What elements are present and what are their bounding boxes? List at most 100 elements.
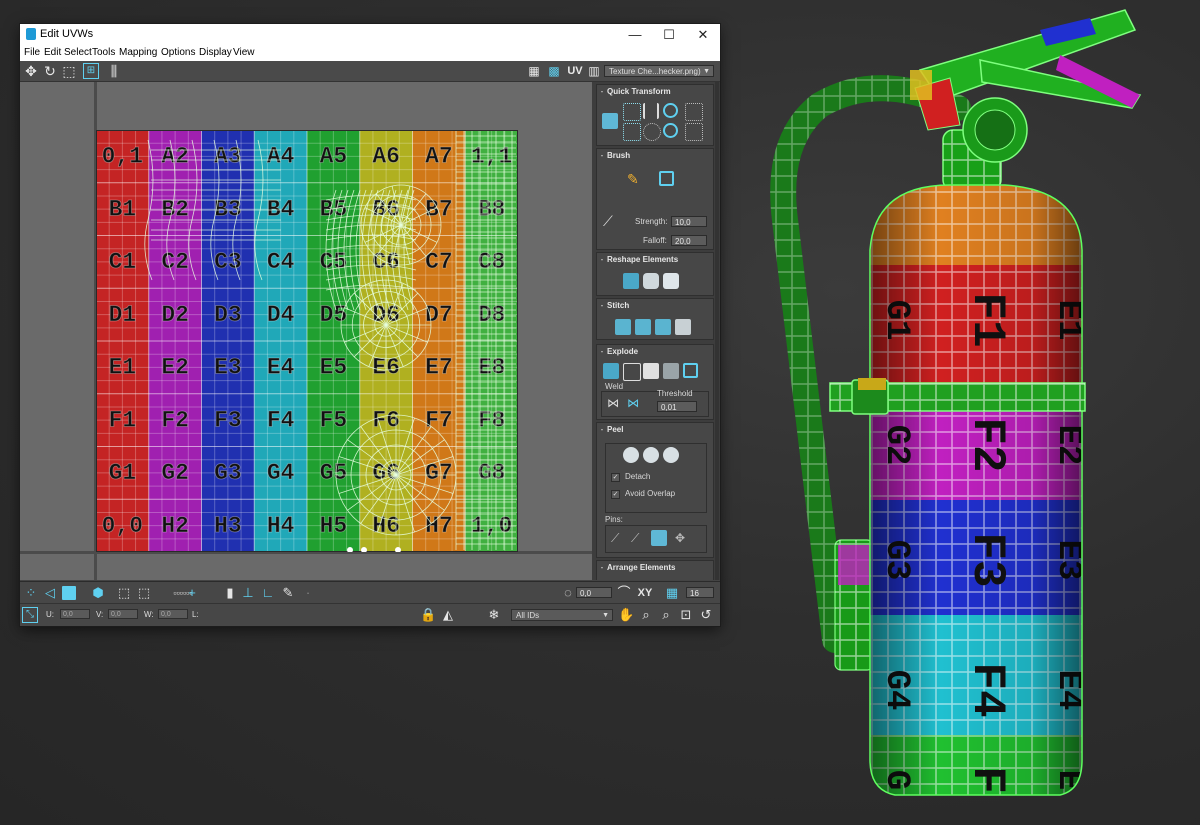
rollout-header[interactable]: - Explode: [597, 345, 713, 359]
material-id-select[interactable]: All IDs ▼: [511, 609, 613, 621]
pin-icon[interactable]: ⟋: [611, 530, 627, 546]
uv-checker-map[interactable]: 0,1 A2 A3 A4 A5 A6 A7 1,1B1 B2 B3 B4 B5 B6 B7 B8C1 C2 C3…: [96, 130, 518, 552]
uv-cell-label: 0,1: [102, 144, 143, 170]
menu-select[interactable]: Select: [64, 47, 92, 58]
stitch-average-icon[interactable]: [655, 319, 671, 335]
maximize-button[interactable]: ☐: [652, 25, 686, 44]
u-field[interactable]: 0,0: [60, 609, 90, 619]
rollout-header[interactable]: - Brush: [597, 149, 713, 163]
stitch-custom-icon[interactable]: [615, 319, 631, 335]
strength-spinner[interactable]: 10,0: [671, 216, 707, 227]
rotate-cw-icon[interactable]: [663, 103, 678, 118]
threshold-spinner[interactable]: 0,01: [657, 401, 697, 412]
move-icon[interactable]: ✥: [23, 63, 39, 79]
scale-icon[interactable]: ⬚: [61, 63, 77, 79]
break-icon[interactable]: [603, 363, 619, 379]
menu-view[interactable]: View: [233, 47, 255, 58]
peel-mode-icon[interactable]: [643, 447, 659, 463]
align-center-icon[interactable]: [643, 123, 661, 141]
lock-icon[interactable]: 🔒: [420, 607, 436, 623]
weld-selected-icon[interactable]: ⋈: [607, 395, 623, 411]
unpin-icon[interactable]: ⟋: [631, 530, 647, 546]
align-vertical-icon[interactable]: [643, 103, 659, 119]
freeze-icon[interactable]: ❄: [486, 607, 502, 623]
panel-scrollbar[interactable]: [715, 82, 719, 580]
transform-mode-icon[interactable]: ⤡: [22, 607, 38, 623]
spacing-icon[interactable]: [685, 103, 703, 121]
point-to-point-icon[interactable]: ⊥: [240, 585, 256, 601]
straighten-icon[interactable]: [623, 273, 639, 289]
rollout-header[interactable]: - Quick Transform: [597, 85, 713, 99]
auto-pin-icon[interactable]: [651, 530, 667, 546]
peel-reset-icon[interactable]: [663, 447, 679, 463]
menu-display[interactable]: Display: [199, 47, 232, 58]
menu-tools[interactable]: Tools: [92, 47, 115, 58]
loop-grow-icon[interactable]: +: [180, 585, 204, 601]
detach-checkbox[interactable]: ✓: [611, 473, 620, 482]
falloff-spinner[interactable]: 20,0: [671, 235, 707, 246]
zoom-to-selection-icon[interactable]: ↺: [698, 607, 714, 623]
avoid-overlap-checkbox[interactable]: ✓: [611, 490, 620, 499]
v-field[interactable]: 0,0: [108, 609, 138, 619]
hide-icon[interactable]: ◭: [440, 607, 456, 623]
uv-label[interactable]: UV: [565, 63, 585, 79]
grid-size-field[interactable]: 16: [686, 587, 714, 598]
pan-icon[interactable]: ✋: [618, 607, 634, 623]
flatten-icon[interactable]: [623, 363, 641, 381]
checker-icon[interactable]: ▦: [526, 63, 542, 79]
align-icon[interactable]: [602, 113, 618, 129]
spacing-vertical-icon[interactable]: [685, 123, 703, 141]
relax-options-icon[interactable]: [663, 273, 679, 289]
edge-loop-icon[interactable]: ∟: [260, 585, 276, 601]
mirror-icon[interactable]: ⫼: [106, 63, 122, 79]
xy-label[interactable]: XY: [634, 585, 656, 601]
detach-icon[interactable]: [643, 363, 659, 379]
w-field[interactable]: 0,0: [158, 609, 188, 619]
select-pins-icon[interactable]: ✥: [675, 530, 691, 546]
rollout-header[interactable]: - Peel: [597, 423, 713, 437]
quick-peel-icon[interactable]: [623, 447, 639, 463]
menu-options[interactable]: Options: [161, 47, 195, 58]
menu-edit[interactable]: Edit: [44, 47, 61, 58]
map-options-icon[interactable]: ▥: [586, 63, 602, 79]
face-select-icon[interactable]: [62, 586, 76, 600]
brush-line-icon[interactable]: ⟋: [603, 213, 619, 229]
rollout-header[interactable]: - Arrange Elements: [597, 561, 713, 575]
vertex-select-icon[interactable]: ⁘: [23, 585, 39, 601]
explode-icon[interactable]: [663, 363, 679, 379]
grow-selection-icon[interactable]: ⬚: [116, 585, 132, 601]
curve-icon[interactable]: ⌒: [616, 585, 632, 601]
rollout-header[interactable]: - Reshape Elements: [597, 253, 713, 267]
align-left-icon[interactable]: [623, 123, 641, 141]
menu-file[interactable]: File: [24, 47, 40, 58]
rotate-ccw-icon[interactable]: [663, 123, 678, 138]
rollout-header[interactable]: - Stitch: [597, 299, 713, 313]
uv-viewport[interactable]: 0,1 A2 A3 A4 A5 A6 A7 1,1 B1 B2 B3 B4 B5 B6 B7 B8 C1 C2 C3…: [20, 82, 592, 580]
freeform-icon[interactable]: ⊞: [83, 63, 99, 79]
weld-target-icon[interactable]: ⋈: [627, 395, 643, 411]
rotate-value-field[interactable]: 0,0: [576, 587, 612, 598]
relax-icon[interactable]: [643, 273, 659, 289]
element-select-icon[interactable]: ⬢: [90, 585, 106, 601]
menu-mapping[interactable]: Mapping: [119, 47, 157, 58]
align-horizontal-icon[interactable]: [623, 103, 641, 121]
paint-select-icon[interactable]: ✎: [280, 585, 296, 601]
zoom-region-icon[interactable]: ⌕: [658, 607, 674, 623]
paint-brush-icon[interactable]: ✎: [627, 171, 643, 187]
stitch-target-icon[interactable]: [675, 319, 691, 335]
rotate-snap-icon[interactable]: ◌: [560, 585, 576, 601]
rotate-icon[interactable]: ↻: [42, 63, 58, 79]
close-button[interactable]: ✕: [686, 25, 720, 44]
grid-icon[interactable]: ▦: [664, 585, 680, 601]
relax-brush-icon[interactable]: [659, 171, 674, 186]
stitch-source-icon[interactable]: [635, 319, 651, 335]
zoom-icon[interactable]: ⌕: [638, 607, 654, 623]
show-map-icon[interactable]: ▩: [546, 63, 562, 79]
shrink-selection-icon[interactable]: ⬚: [136, 585, 152, 601]
minimize-button[interactable]: —: [618, 25, 652, 44]
texture-select[interactable]: Texture Che...hecker.png) ▼: [604, 65, 714, 77]
edge-select-icon[interactable]: ◁: [42, 585, 58, 601]
fire-extinguisher-model[interactable]: E1E2E3E4EF1F2F3F4FG1G2G3G4G: [760, 0, 1200, 825]
zoom-extents-icon[interactable]: ⊡: [678, 607, 694, 623]
explode-options-icon[interactable]: [683, 363, 698, 378]
